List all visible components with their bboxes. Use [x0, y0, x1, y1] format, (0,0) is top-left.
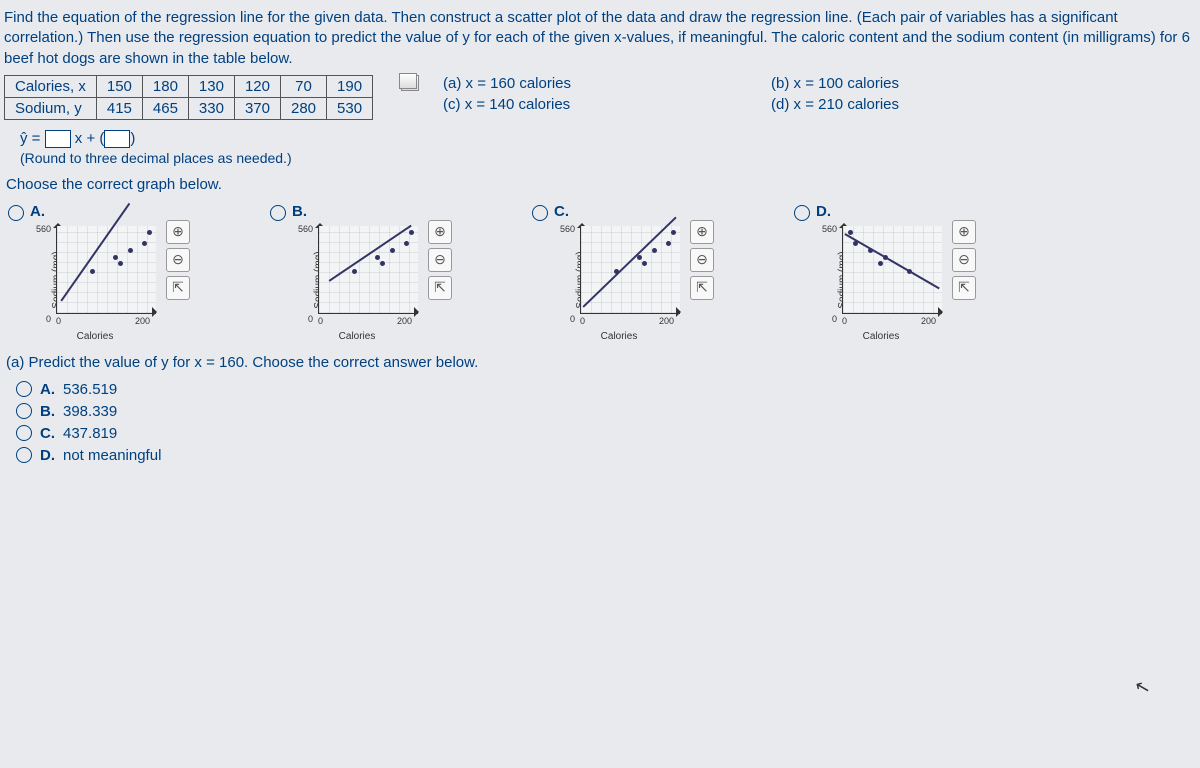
- question-prompt: Find the equation of the regression line…: [4, 8, 1196, 69]
- chart-option-c: C. Sodium (mg) 560 0: [532, 203, 714, 340]
- xval-a: (a) x = 160 calories: [443, 75, 571, 92]
- intercept-input[interactable]: [104, 130, 130, 148]
- copy-icon[interactable]: [401, 75, 419, 91]
- mini-chart-a: Sodium (mg) 560 0 0 200: [30, 220, 160, 340]
- option-label-b: B.: [292, 203, 307, 220]
- answer-a: A. 536.519: [16, 381, 1196, 398]
- popout-icon[interactable]: ⇱: [428, 276, 452, 300]
- cell: 280: [280, 97, 326, 119]
- answer-b: B. 398.339: [16, 403, 1196, 420]
- answer-c: C. 437.819: [16, 425, 1196, 442]
- popout-icon[interactable]: ⇱: [690, 276, 714, 300]
- radio-ans-d[interactable]: [16, 447, 32, 463]
- cell: 415: [96, 97, 142, 119]
- chart-option-d: D. Sodium (mg) 560 0: [794, 203, 976, 340]
- slope-input[interactable]: [45, 130, 71, 148]
- zoom-in-icon[interactable]: ⊕: [690, 220, 714, 244]
- xval-d: (d) x = 210 calories: [771, 96, 899, 113]
- zoom-out-icon[interactable]: ⊖: [690, 248, 714, 272]
- chart-option-a: A. Sodium (mg) 560 0: [8, 203, 190, 340]
- chart-options: A. Sodium (mg) 560 0: [8, 203, 1196, 340]
- table-row: Calories, x 150 180 130 120 70 190: [5, 75, 373, 97]
- xval-b: (b) x = 100 calories: [771, 75, 899, 92]
- mini-chart-d: Sodium (mg) 560 0 0 200: [816, 220, 946, 340]
- mini-chart-b: Sodium (mg) 560 0 0 200: [292, 220, 422, 340]
- row-header-x: Calories, x: [5, 75, 97, 97]
- popout-icon[interactable]: ⇱: [166, 276, 190, 300]
- answer-d: D. not meaningful: [16, 447, 1196, 464]
- chart-option-b: B. Sodium (mg) 560 0: [270, 203, 452, 340]
- radio-ans-c[interactable]: [16, 425, 32, 441]
- option-label-c: C.: [554, 203, 569, 220]
- data-row: Calories, x 150 180 130 120 70 190 Sodiu…: [4, 75, 1196, 120]
- mini-chart-c: Sodium (mg) 560 0 0 200: [554, 220, 684, 340]
- option-label-d: D.: [816, 203, 831, 220]
- option-label-a: A.: [30, 203, 45, 220]
- cell: 70: [280, 75, 326, 97]
- table-row: Sodium, y 415 465 330 370 280 530: [5, 97, 373, 119]
- regression-equation: ŷ = x + (): [20, 130, 1196, 148]
- row-header-y: Sodium, y: [5, 97, 97, 119]
- zoom-out-icon[interactable]: ⊖: [428, 248, 452, 272]
- popout-icon[interactable]: ⇱: [952, 276, 976, 300]
- radio-ans-b[interactable]: [16, 403, 32, 419]
- radio-b[interactable]: [270, 205, 286, 221]
- xval-c: (c) x = 140 calories: [443, 96, 571, 113]
- x-values-list: (a) x = 160 calories (b) x = 100 calorie…: [443, 75, 899, 113]
- zoom-in-icon[interactable]: ⊕: [428, 220, 452, 244]
- zoom-in-icon[interactable]: ⊕: [166, 220, 190, 244]
- zoom-out-icon[interactable]: ⊖: [952, 248, 976, 272]
- radio-ans-a[interactable]: [16, 381, 32, 397]
- cell: 330: [188, 97, 234, 119]
- cell: 120: [234, 75, 280, 97]
- cell: 530: [327, 97, 373, 119]
- cell: 180: [142, 75, 188, 97]
- cursor-icon: ↖: [1132, 675, 1152, 699]
- zoom-in-icon[interactable]: ⊕: [952, 220, 976, 244]
- radio-a[interactable]: [8, 205, 24, 221]
- choose-graph-label: Choose the correct graph below.: [6, 176, 1196, 193]
- cell: 370: [234, 97, 280, 119]
- cell: 130: [188, 75, 234, 97]
- zoom-out-icon[interactable]: ⊖: [166, 248, 190, 272]
- radio-d[interactable]: [794, 205, 810, 221]
- cell: 150: [96, 75, 142, 97]
- data-table: Calories, x 150 180 130 120 70 190 Sodiu…: [4, 75, 373, 120]
- cell: 465: [142, 97, 188, 119]
- cell: 190: [327, 75, 373, 97]
- rounding-note: (Round to three decimal places as needed…: [20, 150, 1196, 166]
- answer-list: A. 536.519 B. 398.339 C. 437.819 D. not …: [16, 381, 1196, 464]
- radio-c[interactable]: [532, 205, 548, 221]
- predict-question: (a) Predict the value of y for x = 160. …: [6, 354, 1196, 371]
